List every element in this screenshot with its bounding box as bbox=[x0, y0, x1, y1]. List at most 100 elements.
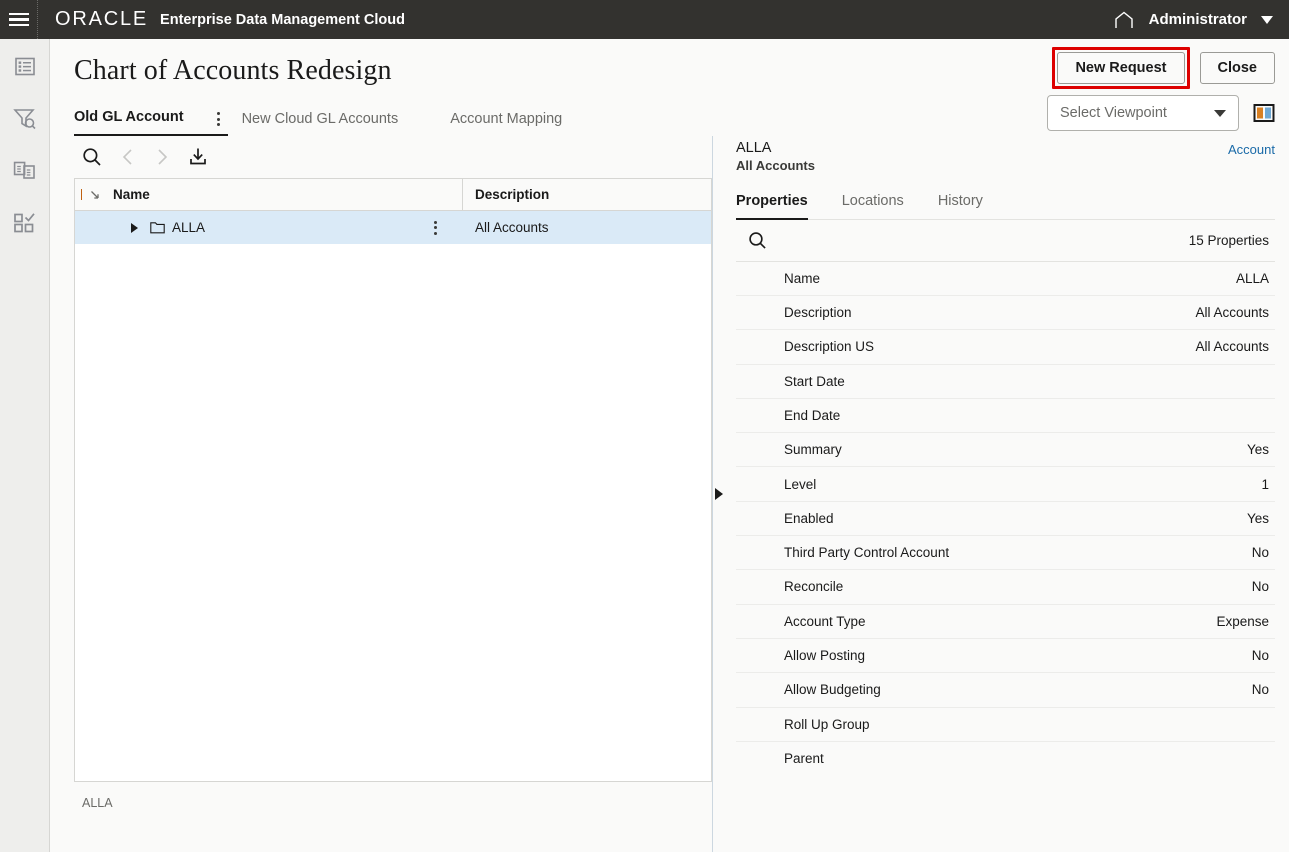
list-item[interactable]: Enabled Yes bbox=[736, 502, 1275, 537]
home-icon[interactable] bbox=[1113, 10, 1135, 30]
list-item[interactable]: Description All Accounts bbox=[736, 296, 1275, 331]
property-label: Enabled bbox=[784, 510, 834, 526]
pane-splitter[interactable] bbox=[712, 136, 723, 852]
tab-locations[interactable]: Locations bbox=[842, 187, 904, 219]
list-item[interactable]: Allow Budgeting No bbox=[736, 673, 1275, 708]
list-item[interactable]: Description US All Accounts bbox=[736, 330, 1275, 365]
inspector-header: ALLA All Accounts Account bbox=[736, 136, 1275, 181]
property-value: No bbox=[1251, 545, 1269, 561]
property-label: Name bbox=[784, 270, 821, 286]
grid-cell-description: All Accounts bbox=[475, 220, 549, 235]
list-item[interactable]: Level 1 bbox=[736, 467, 1275, 502]
table-row[interactable]: ALLA All Accounts bbox=[75, 211, 711, 244]
status-bar: ALLA bbox=[82, 796, 113, 810]
property-label: Description US bbox=[784, 339, 875, 355]
property-value: All Accounts bbox=[1195, 339, 1269, 355]
select-viewpoint-placeholder: Select Viewpoint bbox=[1060, 105, 1167, 121]
tab-account-mapping[interactable]: Account Mapping bbox=[450, 105, 562, 136]
user-menu-label[interactable]: Administrator bbox=[1149, 11, 1247, 28]
property-value: Yes bbox=[1246, 442, 1269, 458]
splitter-arrow-icon[interactable] bbox=[714, 488, 723, 500]
folder-icon bbox=[150, 221, 165, 234]
search-icon[interactable] bbox=[748, 231, 767, 250]
viewpoint-tabs: Old GL Account New Cloud GL Accounts Acc… bbox=[74, 95, 1289, 136]
sidebar-item-validate[interactable] bbox=[9, 207, 41, 239]
list-item[interactable]: Roll Up Group bbox=[736, 708, 1275, 742]
list-item[interactable]: Allow Posting No bbox=[736, 639, 1275, 674]
sidebar-rail bbox=[0, 39, 50, 852]
grid-column-description-label: Description bbox=[475, 187, 550, 202]
properties-count: 15 Properties bbox=[1188, 232, 1269, 248]
sidebar-item-browse[interactable] bbox=[9, 51, 41, 83]
tab-properties[interactable]: Properties bbox=[736, 187, 808, 220]
close-button[interactable]: Close bbox=[1199, 52, 1275, 84]
list-item[interactable]: End Date bbox=[736, 399, 1275, 434]
chevron-down-icon[interactable] bbox=[1261, 15, 1273, 24]
collapse-arrow-icon[interactable] bbox=[89, 189, 101, 201]
inspector-pane: ALLA All Accounts Account Properties Loc… bbox=[722, 136, 1289, 852]
new-request-button[interactable]: New Request bbox=[1057, 52, 1185, 84]
property-value: Expense bbox=[1216, 613, 1269, 629]
grid-column-description[interactable]: Description bbox=[463, 179, 711, 210]
list-item[interactable]: Summary Yes bbox=[736, 433, 1275, 468]
property-label: Third Party Control Account bbox=[784, 545, 950, 561]
property-label: Start Date bbox=[784, 373, 845, 389]
property-label: End Date bbox=[784, 408, 841, 423]
list-item[interactable]: Start Date bbox=[736, 365, 1275, 399]
property-label: Roll Up Group bbox=[784, 716, 870, 732]
body-wrapper: Chart of Accounts Redesign New Request C… bbox=[0, 39, 1289, 852]
chevron-left-icon[interactable] bbox=[120, 148, 136, 166]
property-value: 1 bbox=[1261, 476, 1269, 492]
property-value: All Accounts bbox=[1195, 305, 1269, 321]
list-item[interactable]: Account Type Expense bbox=[736, 605, 1275, 639]
tab-history[interactable]: History bbox=[938, 187, 983, 219]
grid-toolbar bbox=[74, 136, 712, 178]
main-content: Chart of Accounts Redesign New Request C… bbox=[50, 39, 1289, 852]
list-item[interactable]: Reconcile No bbox=[736, 570, 1275, 605]
search-icon[interactable] bbox=[82, 147, 102, 167]
oracle-logo: ORACLE bbox=[55, 8, 149, 30]
list-item[interactable]: Parent bbox=[736, 742, 1275, 776]
property-label: Description bbox=[784, 305, 852, 321]
new-request-highlight: New Request bbox=[1052, 47, 1190, 89]
viewpoint-grid-pane: Name Description ALLA All Accounts ALLA bbox=[50, 136, 712, 852]
node-type-link[interactable]: Account bbox=[1228, 142, 1275, 157]
grid-column-name[interactable]: Name bbox=[75, 179, 463, 210]
download-export-icon[interactable] bbox=[188, 147, 208, 167]
list-item[interactable]: Third Party Control Account No bbox=[736, 536, 1275, 571]
property-label: Allow Budgeting bbox=[784, 682, 881, 698]
property-label: Summary bbox=[784, 442, 842, 458]
inspector-title: ALLA bbox=[736, 140, 772, 156]
hamburger-icon[interactable] bbox=[0, 0, 38, 39]
grid-header-row: Name Description bbox=[75, 179, 711, 211]
property-label: Level bbox=[784, 476, 817, 492]
column-divider-icon bbox=[81, 189, 82, 200]
list-item[interactable]: Name ALLA bbox=[736, 262, 1275, 296]
expand-triangle-icon[interactable] bbox=[131, 222, 138, 233]
property-value: ALLA bbox=[1235, 270, 1269, 286]
tab-label: Old GL Account bbox=[74, 109, 184, 125]
property-value: No bbox=[1251, 682, 1269, 698]
split-panel-icon[interactable] bbox=[1253, 103, 1275, 123]
sidebar-item-requests[interactable] bbox=[9, 103, 41, 135]
kebab-menu-icon[interactable] bbox=[434, 220, 437, 235]
app-title: Enterprise Data Management Cloud bbox=[160, 11, 405, 28]
accounts-grid: Name Description ALLA All Accounts bbox=[74, 178, 712, 782]
tab-old-gl-account[interactable]: Old GL Account bbox=[74, 103, 228, 136]
page-action-buttons: New Request Close bbox=[1052, 47, 1275, 89]
property-label: Reconcile bbox=[784, 579, 844, 595]
global-header: ORACLE Enterprise Data Management Cloud … bbox=[0, 0, 1289, 39]
properties-list: Name ALLA Description All Accounts Descr… bbox=[736, 262, 1275, 776]
header-actions: Administrator bbox=[1113, 0, 1279, 39]
select-viewpoint-dropdown[interactable]: Select Viewpoint bbox=[1047, 95, 1239, 131]
tab-new-cloud-gl-accounts[interactable]: New Cloud GL Accounts bbox=[242, 105, 399, 136]
sidebar-item-compare[interactable] bbox=[9, 155, 41, 187]
kebab-menu-icon[interactable] bbox=[216, 112, 220, 126]
page-header: Chart of Accounts Redesign New Request C… bbox=[50, 39, 1289, 89]
chevron-down-icon[interactable] bbox=[1214, 109, 1226, 117]
properties-toolbar: 15 Properties bbox=[736, 220, 1275, 262]
property-label: Allow Posting bbox=[784, 648, 866, 664]
inspector-subtitle: All Accounts bbox=[736, 158, 815, 174]
chevron-right-icon[interactable] bbox=[154, 148, 170, 166]
grid-column-name-label: Name bbox=[113, 187, 150, 202]
